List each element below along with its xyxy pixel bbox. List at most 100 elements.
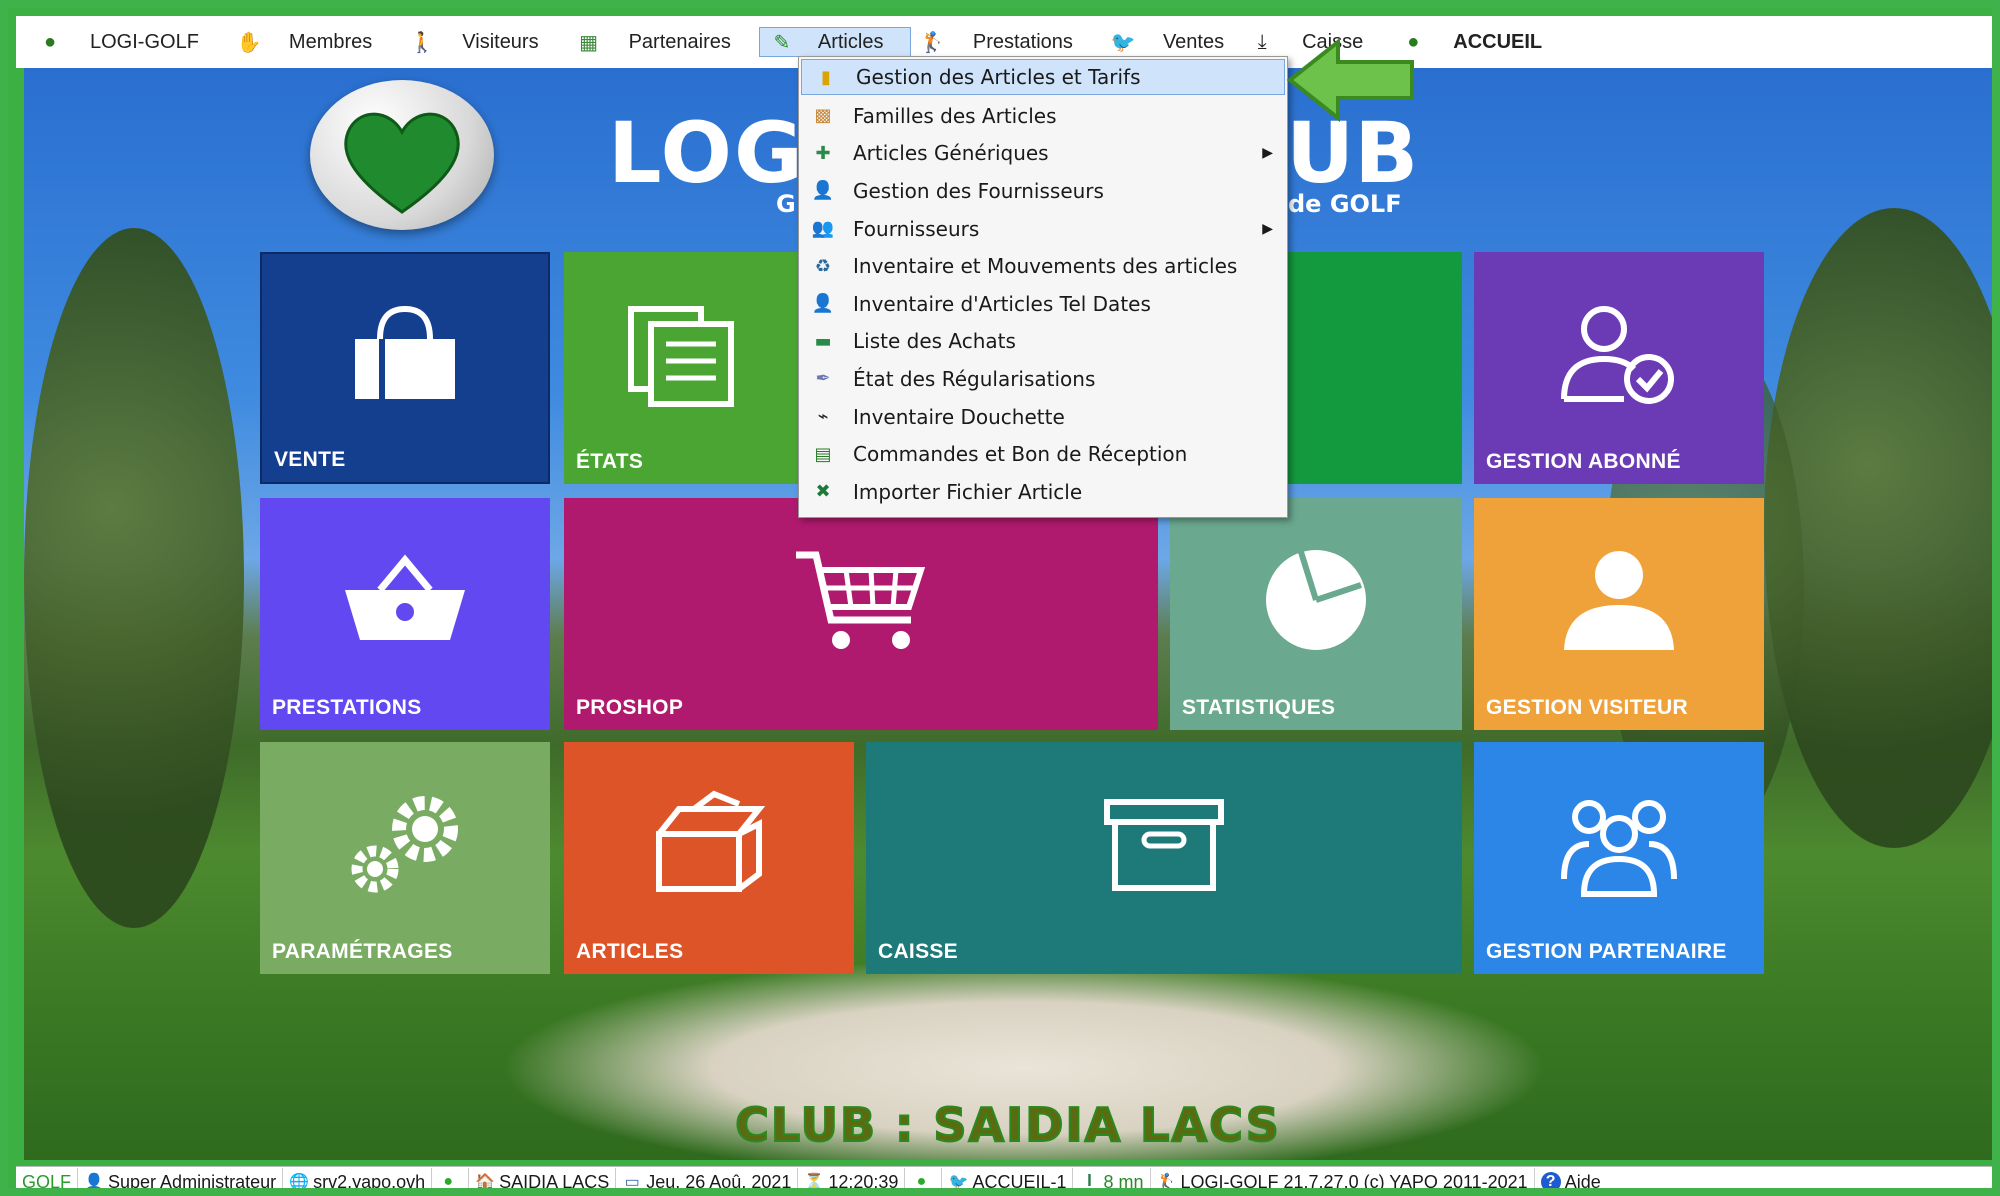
golfer-icon: 🏌 [920, 31, 946, 54]
person-icon [1564, 551, 1674, 651]
submenu-arrow-icon: ▶ [1262, 220, 1273, 237]
green-arrow-pointer-icon [1286, 38, 1414, 122]
calendar-icon: ▭ [624, 1174, 640, 1191]
walker-icon: 🚶 [409, 31, 435, 54]
user-icon: 👤 [84, 1174, 104, 1191]
tile-vente[interactable]: VENTE [260, 252, 550, 484]
help-button[interactable]: ? Aide [1535, 1168, 1607, 1192]
person-icon: 👤 [811, 293, 835, 315]
group-icon [1561, 800, 1677, 898]
menu-label: Articles [817, 30, 884, 53]
bird-icon: 🐦 [1110, 31, 1136, 54]
online-status-icon: ● [916, 1173, 927, 1190]
tile-green[interactable] [1286, 252, 1462, 484]
menu-item-fournisseurs[interactable]: 👥 Fournisseurs ▶ [799, 210, 1287, 248]
tile-parametrages-label: PARAMÉTRAGES [272, 940, 453, 963]
logo-subtitle-right: de GOLF [1288, 190, 1402, 218]
menu-item-inventaire-dates[interactable]: 👤 Inventaire d'Articles Tel Dates [799, 285, 1287, 323]
status-connection: ● [432, 1168, 470, 1188]
menu-item-inventaire-mouvements[interactable]: ♻ Inventaire et Mouvements des articles [799, 247, 1287, 285]
menu-item-label: Importer Fichier Article [853, 479, 1083, 504]
tile-articles-label: ARTICLES [576, 940, 684, 963]
menu-item-gestion-articles-tarifs[interactable]: ▮ Gestion des Articles et Tarifs [801, 59, 1285, 95]
tile-gestion-abonne[interactable]: GESTION ABONNÉ [1474, 252, 1764, 484]
menu-membres[interactable]: ✋ Membres [215, 27, 388, 57]
menu-label: Prestations [972, 30, 1073, 53]
menu-item-importer-fichier[interactable]: ✖ Importer Fichier Article [799, 473, 1287, 511]
status-station: 🐦 ACCUEIL-1 [942, 1168, 1074, 1188]
pen-icon: ✒ [815, 368, 831, 390]
logo-subtitle-left: G [776, 190, 796, 218]
tile-etats-label: ÉTATS [576, 450, 644, 473]
articles-dropdown-menu: ▮ Gestion des Articles et Tarifs ▩ Famil… [798, 56, 1288, 518]
tile-gestion-partenaire-label: GESTION PARTENAIRE [1486, 940, 1727, 963]
tile-gestion-visiteur[interactable]: GESTION VISITEUR [1474, 498, 1764, 730]
tile-etats[interactable]: ÉTATS [564, 252, 798, 484]
menu-item-familles-articles[interactable]: ▩ Familles des Articles [799, 97, 1287, 135]
menu-prestations[interactable]: 🏌 Prestations [911, 27, 1089, 57]
menu-item-articles-generiques[interactable]: ✚ Articles Génériques ▶ [799, 135, 1287, 173]
excel-icon: ✖ [815, 481, 831, 503]
menu-item-commandes-reception[interactable]: ▤ Commandes et Bon de Réception [799, 435, 1287, 473]
status-user: 👤 Super Administrateur [78, 1168, 284, 1192]
gears-icon [351, 796, 458, 893]
menu-item-liste-achats[interactable]: ▬ Liste des Achats [799, 323, 1287, 361]
tile-articles[interactable]: ARTICLES [564, 742, 854, 974]
status-duration-label: 8 mn [1103, 1171, 1144, 1192]
menu-articles[interactable]: ✎ Articles [758, 27, 911, 57]
tile-gestion-visiteur-label: GESTION VISITEUR [1486, 696, 1688, 719]
menu-label: ACCUEIL [1453, 30, 1543, 53]
menu-item-label: Inventaire d'Articles Tel Dates [853, 291, 1151, 316]
tile-gestion-partenaire[interactable]: GESTION PARTENAIRE [1474, 742, 1764, 974]
menu-visiteurs[interactable]: 🚶 Visiteurs [388, 27, 554, 57]
menu-label: Visiteurs [462, 30, 539, 53]
menu-label: LOGI-GOLF [90, 30, 199, 53]
status-server-label: srv2.yapo.ovh [313, 1171, 426, 1192]
submenu-arrow-icon: ▶ [1262, 145, 1273, 162]
menu-item-gestion-fournisseurs[interactable]: 👤 Gestion des Fournisseurs [799, 172, 1287, 210]
status-user-label: Super Administrateur [108, 1171, 277, 1192]
golf-tee-icon: 𝐈 [1086, 1173, 1092, 1190]
tile-statistiques[interactable]: STATISTIQUES [1170, 498, 1462, 730]
logo-title-left: LOG [608, 104, 805, 202]
menu-item-etat-regularisations[interactable]: ✒ État des Régularisations [799, 360, 1287, 398]
tile-vente-label: VENTE [274, 448, 346, 471]
tile-statistiques-label: STATISTIQUES [1182, 696, 1336, 719]
pie-chart-icon [1266, 550, 1366, 651]
menu-partenaires[interactable]: ▦ Partenaires [555, 27, 747, 57]
supplier-icon: 👤 [811, 180, 835, 202]
menu-logi-golf[interactable]: ● LOGI-GOLF [16, 27, 215, 57]
tile-prestations[interactable]: PRESTATIONS [260, 498, 550, 730]
status-time-label: 12:20:39 [828, 1171, 899, 1192]
golfer-icon: 🏌 [1156, 1174, 1177, 1191]
archive-box-icon [1104, 799, 1224, 892]
app-window: LOG UB G de GOLF VENTE ÉTATS GESTION ABO… [0, 0, 2000, 1196]
menu-item-label: Familles des Articles [853, 103, 1057, 128]
status-version-label: LOGI-GOLF 21.7.27.0 (c) YAPO 2011-2021 [1180, 1171, 1528, 1192]
tile-proshop[interactable]: PROSHOP [564, 498, 1158, 730]
tools-icon: ✚ [815, 142, 831, 164]
status-date-label: Jeu. 26 Aoû. 2021 [646, 1171, 792, 1192]
menu-item-inventaire-douchette[interactable]: ⌁ Inventaire Douchette [799, 398, 1287, 436]
menu-item-label: Inventaire Douchette [853, 404, 1065, 429]
status-club: 🏠 SAIDIA LACS [469, 1168, 617, 1192]
status-app: GOLF [16, 1168, 79, 1188]
status-duration: 𝐈 8 mn [1073, 1168, 1151, 1192]
club-name: CLUB : SAIDIA LACS [734, 1097, 1281, 1153]
shopping-bag-icon [355, 306, 455, 400]
menu-ventes[interactable]: 🐦 Ventes [1089, 27, 1240, 57]
help-label: Aide [1564, 1171, 1601, 1192]
tile-caisse[interactable]: CAISSE [866, 742, 1462, 974]
documents-icon [628, 306, 734, 408]
book-icon: ▤ [814, 443, 832, 465]
status-date: ▭ Jeu. 26 Aoû. 2021 [616, 1168, 799, 1192]
cycle-icon: ♻ [814, 255, 832, 277]
menu-item-label: Articles Génériques [853, 141, 1049, 166]
pencil-icon: ✎ [773, 31, 791, 54]
tile-parametrages[interactable]: PARAMÉTRAGES [260, 742, 550, 974]
members-icon: ✋ [236, 31, 262, 54]
suppliers-icon: 👥 [811, 218, 835, 240]
menu-label: Ventes [1162, 30, 1225, 53]
status-club-label: SAIDIA LACS [499, 1171, 610, 1192]
box-icon: ▩ [814, 105, 832, 127]
